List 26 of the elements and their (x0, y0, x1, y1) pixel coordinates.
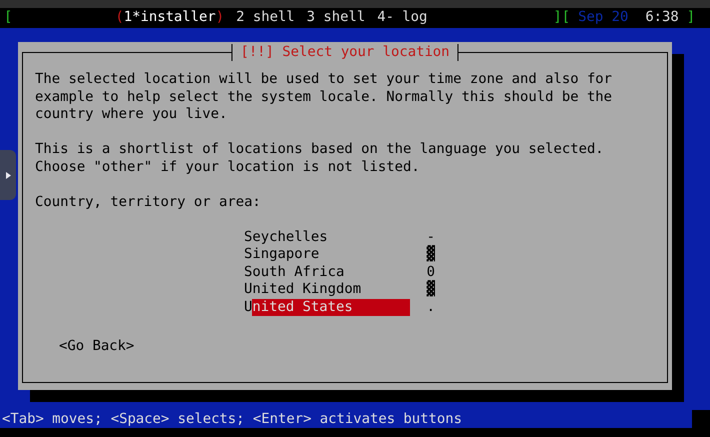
scroll-mark: ▓ (426, 246, 435, 264)
go-back-button[interactable]: <Go Back> (59, 338, 134, 356)
arrow-icon (6, 172, 10, 178)
prompt-label: Country, territory or area: (35, 194, 262, 211)
window-tab[interactable]: 4- log (377, 9, 428, 27)
date-text: Sep 20 (578, 9, 628, 27)
window-tab[interactable]: 3 shell (306, 9, 366, 27)
list-option[interactable]: United Kingdom (244, 281, 410, 298)
clock-time: 6:38 (645, 9, 679, 27)
scroll-mark: 0 (426, 264, 435, 280)
list-option[interactable]: Seychelles (244, 228, 410, 246)
bracket: ] (686, 9, 696, 27)
side-panel-tab[interactable] (0, 150, 16, 200)
paragraph: This is a shortlist of locations based on the language you selected. Choose "other" if your location is not listed. (35, 141, 605, 176)
window-tab[interactable]: (1*installer) (115, 9, 224, 27)
dialog-title: [!!] Select your location (231, 44, 459, 61)
scroll-mark: ▓ (426, 281, 435, 298)
paragraph: The selected location will be used to set your time zone and also for example to help select the system locale. Normally this should be the country where you live. (35, 71, 614, 124)
window-tab[interactable]: 2 shell (236, 9, 295, 27)
bracket: [ (562, 9, 570, 27)
scroll-mark: - (426, 228, 435, 245)
list-option[interactable]: Singapore (244, 246, 410, 264)
bracket: ] (553, 9, 562, 27)
scroll-mark: . (426, 298, 435, 316)
bracket: [ (4, 9, 12, 27)
list-option[interactable]: South Africa (244, 264, 410, 281)
